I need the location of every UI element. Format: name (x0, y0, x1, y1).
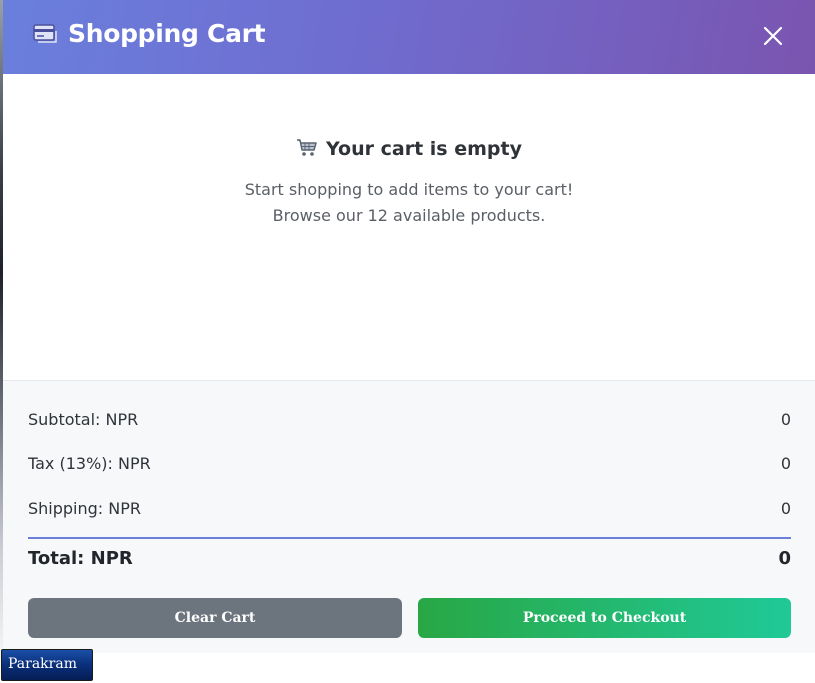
close-icon (763, 26, 783, 46)
total-value: 0 (778, 548, 791, 569)
clear-cart-button[interactable]: Clear Cart (28, 598, 402, 638)
shipping-label: Shipping: NPR (28, 499, 142, 518)
empty-cart-heading: Your cart is empty (3, 138, 815, 160)
subtotal-label: Subtotal: NPR (28, 410, 139, 429)
credit-card-icon (32, 22, 58, 46)
shopping-cart-modal: Shopping Cart Your cart is empty Start s (3, 0, 815, 653)
empty-cart-title: Your cart is empty (326, 138, 522, 160)
shopping-cart-icon (296, 138, 318, 158)
total-divider (28, 537, 791, 539)
modal-header: Shopping Cart (3, 0, 815, 74)
tax-value: 0 (780, 454, 791, 473)
subtotal-value: 0 (780, 410, 791, 429)
empty-cart-panel: Your cart is empty Start shopping to add… (3, 74, 815, 380)
cart-summary: Subtotal: NPR 0 Tax (13%): NPR 0 Shippin… (3, 380, 815, 653)
tax-label: Tax (13%): NPR (28, 454, 151, 473)
proceed-to-checkout-button[interactable]: Proceed to Checkout (418, 598, 791, 638)
close-button[interactable] (759, 22, 787, 50)
available-products-message: Browse our 12 available products. (272, 206, 546, 225)
taskbar-button[interactable]: Parakram (1, 649, 93, 681)
modal-title: Shopping Cart (68, 19, 266, 48)
shipping-value: 0 (780, 499, 791, 518)
empty-cart-message: Start shopping to add items to your cart… (244, 180, 574, 199)
total-label: Total: NPR (28, 548, 133, 569)
